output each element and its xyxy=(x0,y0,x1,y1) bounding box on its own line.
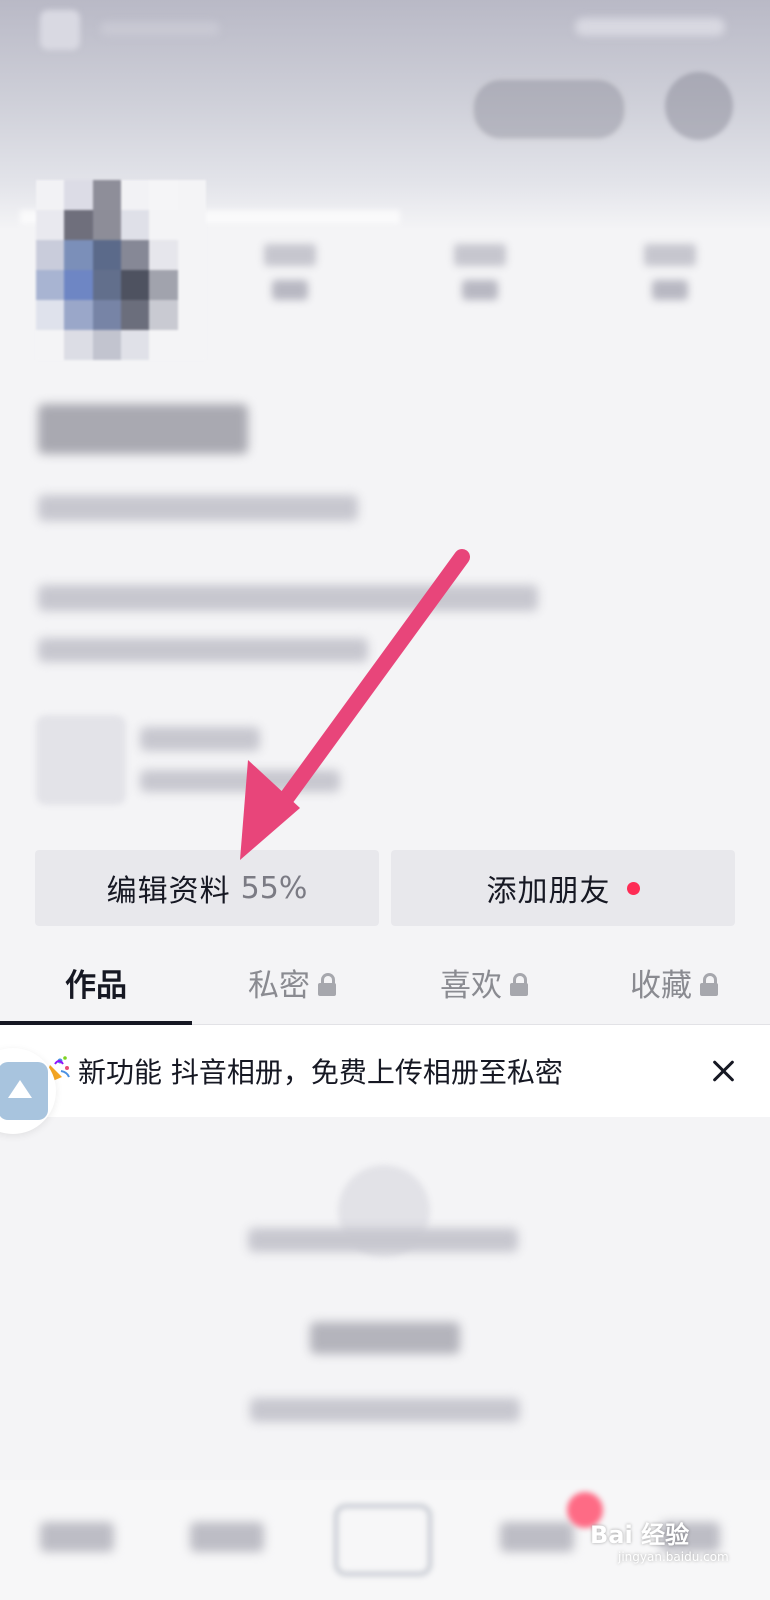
avatar-pixel xyxy=(36,300,65,330)
avatar-pixel xyxy=(177,180,206,210)
avatar-pixel xyxy=(36,330,65,360)
tab-likes[interactable]: 喜欢 xyxy=(388,940,580,1024)
avatar-pixel xyxy=(36,180,65,210)
avatar-pixel xyxy=(92,300,121,330)
avatar-pixel xyxy=(149,270,178,300)
avatar-pixel xyxy=(149,330,178,360)
avatar-pixel xyxy=(92,210,121,240)
avatar-pixel xyxy=(64,270,93,300)
album-icon xyxy=(0,1062,48,1120)
avatar-pixel xyxy=(36,210,65,240)
avatar-pixel xyxy=(64,300,93,330)
nav-friends-blurred[interactable] xyxy=(190,1522,264,1552)
avatar-pixel xyxy=(121,330,150,360)
profile-tabs: 作品 私密 喜欢 收藏 xyxy=(0,940,770,1025)
avatar-pixel xyxy=(177,270,206,300)
avatar-pixel xyxy=(121,180,150,210)
lock-icon xyxy=(318,973,336,996)
avatar-pixel xyxy=(149,210,178,240)
new-indicator-dot xyxy=(626,881,640,895)
avatar-pixel xyxy=(121,240,150,270)
avatar-pixel xyxy=(64,330,93,360)
feature-notice-banner[interactable]: 新功能 抖音相册，免费上传相册至私密 xyxy=(0,1025,770,1117)
empty-state-title-blurred xyxy=(310,1322,460,1354)
feature-notice-text: 新功能 抖音相册，免费上传相册至私密 xyxy=(78,1056,563,1089)
avatar-pixel xyxy=(121,210,150,240)
avatar-pixel xyxy=(92,240,121,270)
stat-followers-blurred[interactable] xyxy=(630,240,710,300)
tab-works[interactable]: 作品 xyxy=(0,940,192,1024)
baidu-jingyan-watermark: Bai 经验 jingyan.baidu.com xyxy=(590,1515,729,1564)
profile-stats xyxy=(250,240,730,320)
tab-private[interactable]: 私密 xyxy=(196,940,388,1024)
empty-state-subtitle-blurred xyxy=(250,1398,520,1422)
nav-home-blurred[interactable] xyxy=(40,1522,114,1552)
close-icon[interactable] xyxy=(708,1055,740,1087)
edit-profile-label: 编辑资料 xyxy=(106,874,231,909)
status-indicators-blurred xyxy=(575,18,725,36)
empty-state-hint-blurred xyxy=(248,1228,518,1252)
edit-profile-button[interactable]: 编辑资料 55% xyxy=(35,850,379,926)
lock-icon xyxy=(510,973,528,996)
avatar-pixel xyxy=(121,270,150,300)
tab-favorites[interactable]: 收藏 xyxy=(578,940,770,1024)
add-friends-label: 添加朋友 xyxy=(486,874,611,909)
avatar-pixel xyxy=(36,240,65,270)
avatar-pixel xyxy=(92,330,121,360)
avatar-pixel xyxy=(64,210,93,240)
avatar-pixel xyxy=(64,240,93,270)
nav-messages-blurred[interactable] xyxy=(500,1522,574,1552)
avatar-pixel xyxy=(177,210,206,240)
visitor-button-blurred[interactable] xyxy=(472,78,626,140)
avatar-pixel xyxy=(149,240,178,270)
linked-account-title-blurred xyxy=(140,727,260,751)
avatar-pixel xyxy=(177,240,206,270)
tab-works-label: 作品 xyxy=(65,967,127,1004)
tab-favorites-label: 收藏 xyxy=(630,967,692,1004)
stat-following-blurred[interactable] xyxy=(440,240,520,300)
status-icon-blurred xyxy=(40,10,80,50)
lock-icon xyxy=(700,973,718,996)
avatar-pixel xyxy=(177,300,206,330)
tab-private-label: 私密 xyxy=(248,967,310,1004)
profile-completion-percent: 55% xyxy=(240,870,308,906)
avatar-pixel xyxy=(121,300,150,330)
linked-account-icon-blurred[interactable] xyxy=(36,715,126,805)
add-friends-button[interactable]: 添加朋友 xyxy=(391,850,735,926)
watermark-url: jingyan.baidu.com xyxy=(618,1550,729,1564)
bio-line-2-blurred xyxy=(38,638,368,662)
avatar-pixel xyxy=(36,270,65,300)
settings-button-blurred[interactable] xyxy=(665,72,733,140)
avatar-pixel xyxy=(92,270,121,300)
tab-likes-label: 喜欢 xyxy=(440,967,502,1004)
watermark-brand: Bai 经验 xyxy=(590,1521,690,1549)
status-text-blurred xyxy=(100,22,220,36)
douyin-id-blurred[interactable] xyxy=(38,495,358,521)
stat-likes-blurred[interactable] xyxy=(250,240,330,300)
bio-line-1-blurred xyxy=(38,585,538,611)
nav-create-button-blurred[interactable] xyxy=(334,1504,432,1576)
avatar-pixel xyxy=(149,180,178,210)
linked-account-subtitle-blurred xyxy=(140,770,340,792)
avatar-pixel xyxy=(149,300,178,330)
status-bar xyxy=(0,0,770,60)
nickname-blurred xyxy=(38,404,248,454)
avatar-pixel xyxy=(177,330,206,360)
avatar[interactable] xyxy=(36,180,206,360)
avatar-pixel xyxy=(64,180,93,210)
avatar-pixel xyxy=(92,180,121,210)
